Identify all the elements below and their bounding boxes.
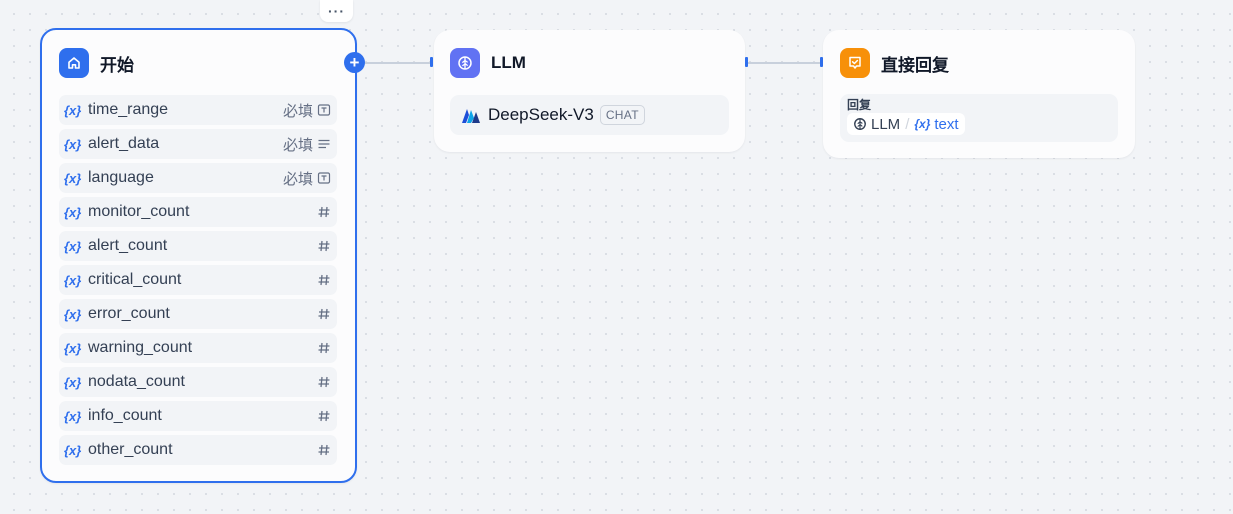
start-variable-row[interactable]: {x} critical_count <box>59 265 337 295</box>
start-variable-row[interactable]: {x} time_range 必填 <box>59 95 337 125</box>
start-variable-row[interactable]: {x} warning_count <box>59 333 337 363</box>
number-icon <box>317 341 331 355</box>
plus-icon: + <box>349 52 360 72</box>
paragraph-icon <box>317 137 331 151</box>
start-variable-row[interactable]: {x} error_count <box>59 299 337 329</box>
answer-node-title: 直接回复 <box>881 55 949 75</box>
start-variable-row[interactable]: {x} alert_count <box>59 231 337 261</box>
variable-name: nodata_count <box>88 373 185 390</box>
number-icon <box>317 307 331 321</box>
variable-name: alert_count <box>88 237 168 254</box>
llm-node-header: LLM <box>450 47 729 79</box>
variable-name: monitor_count <box>88 203 190 220</box>
required-label: 必填 <box>282 136 313 154</box>
start-variables-list: {x} time_range 必填 {x} alert_data 必填 {x} languag… <box>59 95 337 465</box>
llm-node[interactable]: LLM DeepSeek-V3 CHAT <box>434 30 745 152</box>
variable-name: critical_count <box>88 271 182 288</box>
variable-icon: {x} <box>64 238 82 254</box>
start-variable-row[interactable]: {x} nodata_count <box>59 367 337 397</box>
model-name: DeepSeek-V3 <box>488 105 594 124</box>
number-icon <box>317 205 331 219</box>
model-selector[interactable]: DeepSeek-V3 CHAT <box>450 95 729 135</box>
variable-name: language <box>88 169 154 186</box>
home-icon <box>59 48 89 78</box>
number-icon <box>317 443 331 457</box>
variable-icon: {x} <box>64 272 82 288</box>
variable-icon: {x} <box>914 117 931 131</box>
required-label: 必填 <box>282 102 313 120</box>
answer-node-header: 直接回复 <box>840 47 1119 79</box>
variable-name: warning_count <box>88 339 193 356</box>
variable-name: other_count <box>88 441 173 458</box>
reply-variable-name: text <box>934 115 959 133</box>
model-mode-badge: CHAT <box>599 105 645 125</box>
variable-icon: {x} <box>64 102 82 118</box>
number-icon <box>317 239 331 253</box>
llm-node-title: LLM <box>491 53 526 72</box>
variable-icon: {x} <box>64 408 82 424</box>
start-variable-row[interactable]: {x} monitor_count <box>59 197 337 227</box>
variable-name: time_range <box>88 101 169 118</box>
variable-icon: {x} <box>64 442 82 458</box>
variable-icon: {x} <box>64 170 82 186</box>
llm-brain-icon <box>450 48 480 78</box>
reply-label: 回复 <box>847 98 872 112</box>
variable-name: error_count <box>88 305 170 322</box>
reply-variable-chip[interactable]: LLM / {x} text <box>847 113 965 135</box>
deepseek-logo-icon <box>460 104 482 126</box>
variable-icon: {x} <box>64 374 82 390</box>
variable-icon: {x} <box>64 204 82 220</box>
text-input-icon <box>317 103 331 117</box>
llm-input-handle[interactable] <box>430 57 433 67</box>
reply-source-node: LLM <box>871 115 901 133</box>
variable-name: info_count <box>88 407 162 424</box>
reply-separator: / <box>905 115 910 133</box>
start-node[interactable]: 开始 {x} time_range 必填 {x} alert_data 必填 {x} lang… <box>40 28 357 483</box>
variable-name: alert_data <box>88 135 160 152</box>
edge-start-llm[interactable] <box>365 62 431 64</box>
number-icon <box>317 375 331 389</box>
answer-node[interactable]: 直接回复 回复 LLM / {x} text <box>823 30 1135 158</box>
text-input-icon <box>317 171 331 185</box>
variable-icon: {x} <box>64 340 82 356</box>
add-node-button[interactable]: + <box>344 52 365 73</box>
start-variable-row[interactable]: {x} info_count <box>59 401 337 431</box>
message-check-icon <box>840 48 870 78</box>
start-variable-row[interactable]: {x} other_count <box>59 435 337 465</box>
required-label: 必填 <box>282 170 313 188</box>
variable-icon: {x} <box>64 136 82 152</box>
node-more-button[interactable]: ··· <box>320 0 353 22</box>
reply-content-box[interactable]: 回复 LLM / {x} text <box>840 94 1118 142</box>
number-icon <box>317 409 331 423</box>
more-icon: ··· <box>328 3 345 19</box>
llm-brain-icon <box>853 117 867 131</box>
edge-llm-answer[interactable] <box>748 62 820 64</box>
number-icon <box>317 273 331 287</box>
start-variable-row[interactable]: {x} alert_data 必填 <box>59 129 337 159</box>
variable-icon: {x} <box>64 306 82 322</box>
start-node-title: 开始 <box>100 55 134 75</box>
start-node-header: 开始 <box>59 47 337 79</box>
start-variable-row[interactable]: {x} language 必填 <box>59 163 337 193</box>
